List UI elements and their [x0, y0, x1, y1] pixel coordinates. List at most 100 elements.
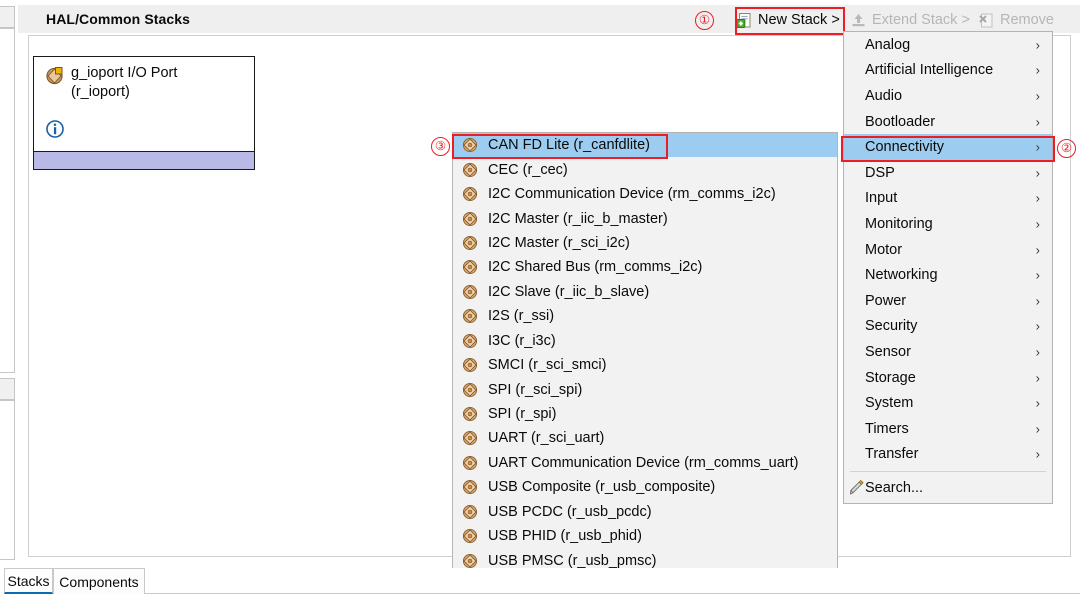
- category-menu-item[interactable]: Sensor›: [844, 339, 1052, 365]
- submenu-item-label: USB PHID (r_usb_phid): [488, 528, 642, 544]
- module-icon: [462, 357, 478, 373]
- submenu-item-label: USB PMSC (r_usb_pmsc): [488, 553, 656, 569]
- submenu-item[interactable]: I2C Shared Bus (rm_comms_i2c): [453, 255, 837, 279]
- submenu-item-label: I2C Communication Device (rm_comms_i2c): [488, 186, 776, 202]
- category-menu-item[interactable]: Connectivity›: [844, 134, 1052, 160]
- category-menu-item-label: Artificial Intelligence: [865, 62, 993, 78]
- remove-label: Remove: [1000, 12, 1054, 28]
- category-menu-item[interactable]: System›: [844, 390, 1052, 416]
- category-menu-item-label: Networking: [865, 267, 938, 283]
- submenu-item[interactable]: I2S (r_ssi): [453, 304, 837, 328]
- left-strip-body-top: [0, 28, 15, 373]
- submenu-item-label: I2C Master (r_sci_i2c): [488, 235, 630, 251]
- extend-stack-label: Extend Stack >: [872, 12, 970, 28]
- submenu-item-label: CEC (r_cec): [488, 162, 568, 178]
- tab-stacks[interactable]: Stacks: [4, 568, 53, 594]
- chevron-right-icon: ›: [1036, 114, 1040, 129]
- submenu-item-label: UART Communication Device (rm_comms_uart…: [488, 455, 799, 471]
- submenu-item-label: I2S (r_ssi): [488, 308, 554, 324]
- submenu-item[interactable]: I2C Slave (r_iic_b_slave): [453, 280, 837, 304]
- submenu-item[interactable]: I3C (r_i3c): [453, 329, 837, 353]
- module-icon: [462, 259, 478, 275]
- tab-stacks-label: Stacks: [7, 573, 49, 589]
- chevron-right-icon: ›: [1036, 268, 1040, 283]
- submenu-item[interactable]: I2C Communication Device (rm_comms_i2c): [453, 182, 837, 206]
- chevron-right-icon: ›: [1036, 140, 1040, 155]
- module-icon: [462, 382, 478, 398]
- submenu-item[interactable]: SPI (r_sci_spi): [453, 377, 837, 401]
- tab-components[interactable]: Components: [53, 568, 145, 594]
- submenu-item-label: SPI (r_spi): [488, 406, 557, 422]
- category-menu-item[interactable]: DSP›: [844, 160, 1052, 186]
- annotation-2: ②: [1057, 139, 1076, 158]
- category-menu-item-label: System: [865, 395, 913, 411]
- submenu-item[interactable]: I2C Master (r_sci_i2c): [453, 231, 837, 255]
- module-icon: [462, 211, 478, 227]
- category-menu-item-label: Audio: [865, 88, 902, 104]
- tab-bar-filler: [145, 568, 1080, 594]
- submenu-item-label: I3C (r_i3c): [488, 333, 556, 349]
- category-menu-item[interactable]: Artificial Intelligence›: [844, 58, 1052, 84]
- category-menu-item[interactable]: Input›: [844, 186, 1052, 212]
- submenu-item[interactable]: CAN FD Lite (r_canfdlite): [453, 133, 837, 157]
- app-root: HAL/Common Stacks g_ioport I/O Port (r_i…: [0, 0, 1080, 595]
- bottom-tab-bar: Stacks Components: [0, 568, 1080, 595]
- connectivity-submenu[interactable]: CAN FD Lite (r_canfdlite) CEC (r_cec) I2C …: [452, 132, 838, 595]
- chevron-right-icon: ›: [1036, 447, 1040, 462]
- category-menu-item[interactable]: Security›: [844, 314, 1052, 340]
- category-menu-item[interactable]: Power›: [844, 288, 1052, 314]
- submenu-item-label: CAN FD Lite (r_canfdlite): [488, 137, 650, 153]
- new-stack-label: New Stack >: [758, 12, 840, 28]
- submenu-item[interactable]: USB PHID (r_usb_phid): [453, 524, 837, 548]
- module-icon: [462, 479, 478, 495]
- category-menu-item[interactable]: Motor ›: [844, 237, 1052, 263]
- submenu-item[interactable]: UART Communication Device (rm_comms_uart…: [453, 451, 837, 475]
- submenu-item[interactable]: SMCI (r_sci_smci): [453, 353, 837, 377]
- module-status-bar: [34, 151, 254, 169]
- module-icon: [462, 528, 478, 544]
- submenu-item[interactable]: UART (r_sci_uart): [453, 426, 837, 450]
- category-menu-item[interactable]: Monitoring›: [844, 211, 1052, 237]
- extend-stack-icon: [850, 12, 867, 29]
- category-menu-item[interactable]: Timers ›: [844, 416, 1052, 442]
- category-menu-item[interactable]: Analog›: [844, 32, 1052, 58]
- submenu-item[interactable]: USB Composite (r_usb_composite): [453, 475, 837, 499]
- category-menu-item-search[interactable]: Search...: [844, 475, 1052, 501]
- info-icon[interactable]: [45, 119, 65, 139]
- new-stack-category-menu[interactable]: Analog›Artificial Intelligence›Audio›Boo…: [843, 31, 1053, 504]
- module-icon: [45, 66, 64, 85]
- stack-module-box-ioport[interactable]: g_ioport I/O Port (r_ioport): [33, 56, 255, 170]
- category-menu-item[interactable]: Bootloader›: [844, 109, 1052, 135]
- module-icon: [462, 137, 478, 153]
- left-strip-tab-bottom[interactable]: [0, 378, 15, 400]
- submenu-item-label: USB Composite (r_usb_composite): [488, 479, 715, 495]
- category-menu-item[interactable]: Transfer›: [844, 442, 1052, 468]
- module-label-line2: (r_ioport): [71, 83, 246, 102]
- chevron-right-icon: ›: [1036, 344, 1040, 359]
- submenu-item[interactable]: I2C Master (r_iic_b_master): [453, 206, 837, 230]
- new-stack-button[interactable]: New Stack >: [736, 5, 840, 35]
- submenu-item[interactable]: CEC (r_cec): [453, 157, 837, 181]
- module-icon: [462, 308, 478, 324]
- category-menu-item-label: Input: [865, 190, 897, 206]
- category-menu-item[interactable]: Networking ›: [844, 262, 1052, 288]
- module-icon: [462, 553, 478, 569]
- chevron-right-icon: ›: [1036, 421, 1040, 436]
- category-menu-item[interactable]: Storage›: [844, 365, 1052, 391]
- module-icon: [462, 430, 478, 446]
- chevron-right-icon: ›: [1036, 242, 1040, 257]
- submenu-item[interactable]: SPI (r_spi): [453, 402, 837, 426]
- module-icon: [462, 504, 478, 520]
- chevron-right-icon: ›: [1036, 293, 1040, 308]
- left-strip-tab-top[interactable]: [0, 6, 15, 28]
- module-icon: [462, 455, 478, 471]
- category-menu-item-label: Timers: [865, 421, 909, 437]
- submenu-item[interactable]: USB PCDC (r_usb_pcdc): [453, 500, 837, 524]
- category-menu-item-label: Motor: [865, 242, 902, 258]
- submenu-item-label: I2C Shared Bus (rm_comms_i2c): [488, 259, 702, 275]
- left-side-panel-strip: [0, 0, 18, 568]
- category-menu-item[interactable]: Audio›: [844, 83, 1052, 109]
- chevron-right-icon: ›: [1036, 37, 1040, 52]
- submenu-item-label: SMCI (r_sci_smci): [488, 357, 606, 373]
- left-strip-body-bottom: [0, 400, 15, 560]
